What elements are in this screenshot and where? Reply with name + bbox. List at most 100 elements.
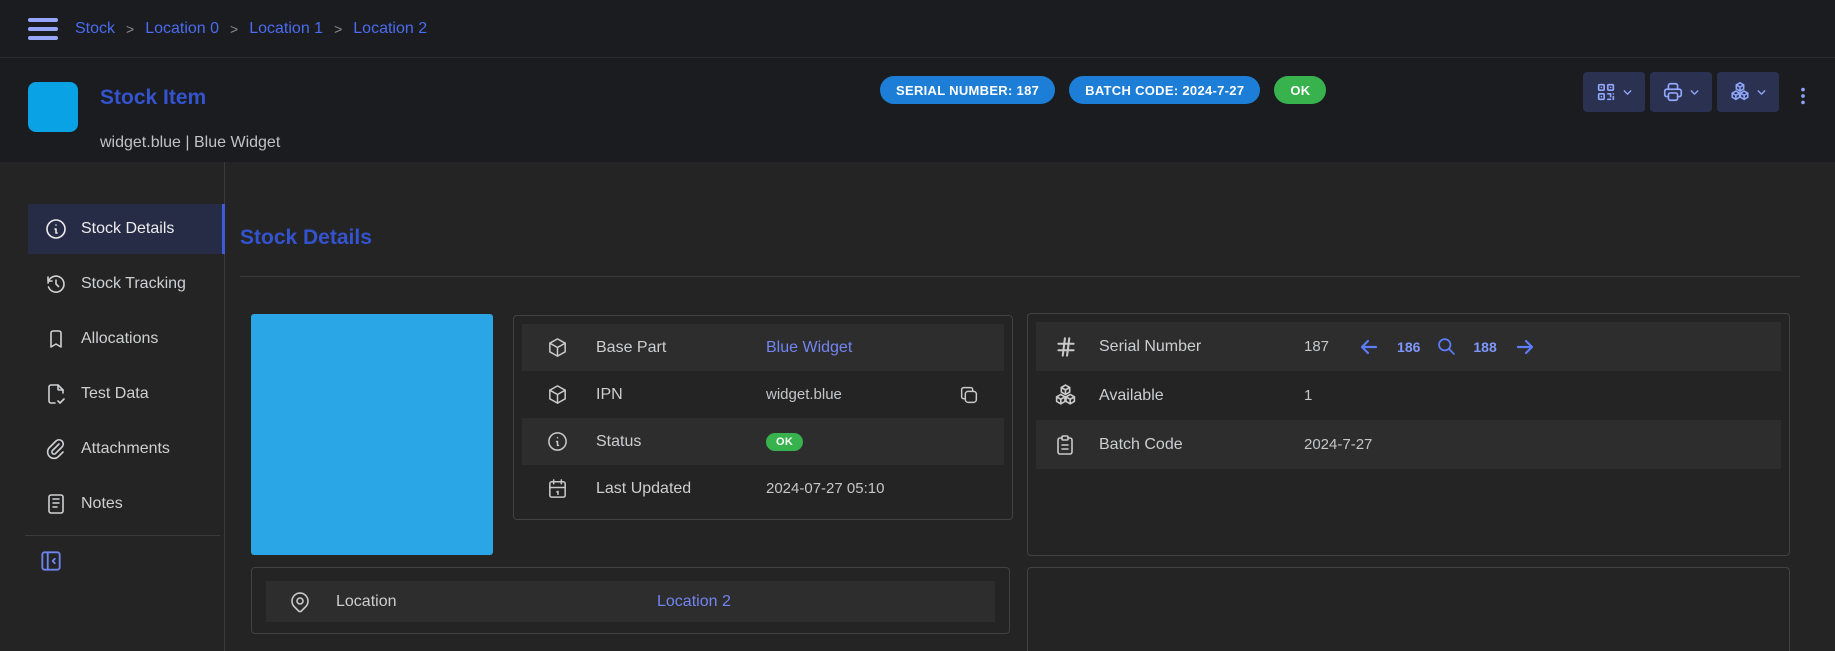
- arrow-right-icon: [1513, 335, 1537, 359]
- stock-details-panel: Stock Details Base Part Blue Widget: [225, 162, 1835, 651]
- table-row-available: Available 1: [1036, 371, 1781, 420]
- history-icon: [44, 272, 68, 296]
- arrow-left-icon: [1357, 335, 1381, 359]
- part-details-table: Base Part Blue Widget IPN widget.blue: [513, 315, 1013, 520]
- row-label: Serial Number: [1099, 338, 1304, 356]
- section-heading: Stock Details: [240, 226, 372, 250]
- info-circle-icon: [546, 430, 596, 453]
- chevron-down-icon: [1621, 86, 1634, 99]
- calendar-icon: [546, 477, 596, 500]
- stock-item-page: Stock > Location 0 > Location 1 > Locati…: [0, 0, 1835, 651]
- breadcrumb: Stock > Location 0 > Location 1 > Locati…: [75, 20, 427, 38]
- row-label: Available: [1099, 387, 1304, 405]
- page-header: Stock Item widget.blue | Blue Widget SER…: [0, 58, 1835, 162]
- previous-serial-button[interactable]: [1357, 335, 1381, 359]
- sidebar-item-notes[interactable]: Notes: [28, 479, 225, 529]
- box-icon: [546, 336, 596, 359]
- printing-actions-button[interactable]: [1650, 72, 1712, 112]
- batch-code-value: 2024-7-27: [1304, 436, 1781, 453]
- location-table: Location Location 2: [251, 567, 1010, 634]
- row-label: Status: [596, 433, 766, 451]
- row-label: Base Part: [596, 339, 766, 357]
- serial-navigation: 186 188: [1357, 335, 1537, 359]
- header-action-buttons: [1583, 72, 1779, 112]
- breadcrumb-separator: >: [230, 21, 238, 37]
- breadcrumb-separator: >: [334, 21, 342, 37]
- more-options-button[interactable]: [1790, 78, 1816, 114]
- packages-icon: [1053, 383, 1099, 408]
- serial-number-value: 187: [1304, 338, 1329, 355]
- printer-icon: [1662, 81, 1684, 103]
- table-row-ipn: IPN widget.blue: [522, 371, 1004, 418]
- header-badges: SERIAL NUMBER: 187 BATCH CODE: 2024-7-27…: [880, 76, 1326, 104]
- row-label: IPN: [596, 386, 766, 404]
- info-circle-icon: [44, 217, 68, 241]
- copy-icon: [958, 384, 980, 406]
- part-image[interactable]: [251, 314, 493, 555]
- row-label: Last Updated: [596, 480, 766, 498]
- location-link[interactable]: Location 2: [657, 593, 731, 611]
- dots-vertical-icon: [1792, 81, 1814, 111]
- sidebar-item-label: Stock Tracking: [81, 275, 186, 293]
- packages-icon: [1729, 81, 1751, 103]
- stock-sidebar: Stock Details Stock Tracking Allocations: [0, 162, 225, 651]
- breadcrumb-location-0[interactable]: Location 0: [145, 20, 219, 38]
- copy-button[interactable]: [958, 384, 980, 406]
- batch-code-badge: BATCH CODE: 2024-7-27: [1069, 76, 1260, 104]
- sidebar-item-test-data[interactable]: Test Data: [28, 369, 225, 419]
- serial-number-badge: SERIAL NUMBER: 187: [880, 76, 1055, 104]
- section-divider: [240, 276, 1800, 277]
- sidebar-item-stock-details[interactable]: Stock Details: [28, 204, 225, 254]
- map-pin-icon: [288, 590, 336, 614]
- table-row-base-part: Base Part Blue Widget: [522, 324, 1004, 371]
- hash-icon: [1053, 334, 1099, 360]
- barcode-actions-button[interactable]: [1583, 72, 1645, 112]
- sidebar-item-label: Stock Details: [81, 220, 174, 238]
- sidebar-item-label: Notes: [81, 495, 123, 513]
- table-row-batch-code: Batch Code 2024-7-27: [1036, 420, 1781, 469]
- next-serial-button[interactable]: [1513, 335, 1537, 359]
- search-serial-button[interactable]: [1436, 336, 1457, 357]
- sidebar-item-attachments[interactable]: Attachments: [28, 424, 225, 474]
- sidebar-item-label: Attachments: [81, 440, 170, 458]
- page-title: Stock Item: [100, 86, 206, 110]
- table-row-status: Status OK: [522, 418, 1004, 465]
- page-subtitle: widget.blue | Blue Widget: [100, 134, 280, 152]
- breadcrumb-separator: >: [126, 21, 134, 37]
- sidebar-item-label: Allocations: [81, 330, 158, 348]
- ipn-value: widget.blue: [766, 386, 842, 403]
- chevron-down-icon: [1755, 86, 1768, 99]
- stock-operations-button[interactable]: [1717, 72, 1779, 112]
- breadcrumb-location-1[interactable]: Location 1: [249, 20, 323, 38]
- clipboard-icon: [1053, 433, 1099, 457]
- sidebar-item-allocations[interactable]: Allocations: [28, 314, 225, 364]
- table-row-location: Location Location 2: [266, 581, 995, 622]
- sidebar-divider: [25, 535, 220, 536]
- table-row-last-updated: Last Updated 2024-07-27 05:10: [522, 465, 1004, 512]
- previous-serial-link[interactable]: 186: [1397, 339, 1420, 355]
- paperclip-icon: [44, 437, 68, 461]
- panel-collapse-left-icon: [38, 548, 64, 574]
- bookmark-icon: [44, 327, 68, 351]
- breadcrumb-stock[interactable]: Stock: [75, 20, 115, 38]
- breadcrumb-location-2[interactable]: Location 2: [353, 20, 427, 38]
- part-thumbnail[interactable]: [28, 82, 78, 132]
- last-updated-value: 2024-07-27 05:10: [766, 480, 1004, 497]
- table-row-serial-number: Serial Number 187 186: [1036, 322, 1781, 371]
- search-icon: [1436, 336, 1457, 357]
- next-serial-link[interactable]: 188: [1473, 339, 1496, 355]
- menu-icon[interactable]: [28, 18, 58, 40]
- status-ok-badge: OK: [766, 433, 803, 451]
- top-navigation-bar: Stock > Location 0 > Location 1 > Locati…: [0, 0, 1835, 58]
- stock-availability-table: Serial Number 187 186: [1027, 313, 1790, 556]
- chevron-down-icon: [1688, 86, 1701, 99]
- row-label: Batch Code: [1099, 436, 1304, 454]
- qrcode-icon: [1595, 81, 1617, 103]
- notes-icon: [44, 492, 68, 516]
- row-label: Location: [336, 593, 657, 611]
- sidebar-item-stock-tracking[interactable]: Stock Tracking: [28, 259, 225, 309]
- available-value: 1: [1304, 387, 1781, 404]
- base-part-link[interactable]: Blue Widget: [766, 339, 852, 357]
- sidebar-collapse-button[interactable]: [36, 546, 66, 576]
- empty-panel: [1027, 567, 1790, 651]
